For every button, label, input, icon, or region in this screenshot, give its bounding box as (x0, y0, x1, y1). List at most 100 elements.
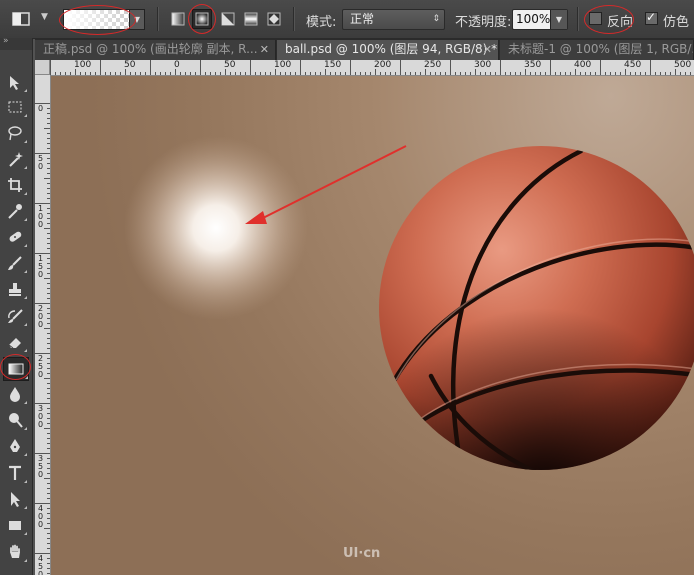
close-icon[interactable]: ✕ (483, 40, 492, 59)
angle-gradient-icon (221, 12, 235, 26)
tool-flyout-marker (24, 192, 27, 195)
ruler-tick-label: 4 5 0 (37, 554, 44, 575)
brush-tool-icon (8, 256, 22, 270)
dither-label: 仿色 (663, 15, 690, 30)
watermark: UI·cn (343, 546, 381, 561)
opacity-label: 不透明度: (455, 15, 512, 30)
lasso-tool-button[interactable] (3, 122, 27, 144)
tab-document-1[interactable]: 正稿.psd @ 100% (画出轮廓 副本, R... ✕ (35, 40, 276, 60)
tab-document-2[interactable]: ball.psd @ 100% (图层 94, RGB/8) * ✕ (277, 40, 499, 60)
tool-flyout-marker (24, 559, 27, 562)
mode-value: 正常 (350, 12, 375, 26)
vertical-ruler[interactable]: 0 5 0 1 0 0 1 5 0 2 0 0 2 5 0 3 0 0 3 5 0 4 0 0 4… (35, 75, 51, 575)
tool-flyout-marker (24, 532, 27, 535)
reverse-label: 反向 (607, 15, 634, 30)
tool-flyout-marker (24, 89, 27, 92)
tool-flyout-marker (24, 349, 27, 352)
dodge-tool-button[interactable] (3, 409, 27, 431)
close-icon[interactable]: ✕ (260, 40, 269, 59)
pen-tool-button[interactable] (3, 435, 27, 457)
options-bar: ▼ ▼ 模式: 正常 ⇕ 不透明度: 100% ▼ 反向 ✓ 仿色 (0, 0, 694, 39)
ruler-tick-label: 100 (74, 60, 92, 70)
opacity-value: 100% (516, 12, 551, 26)
hand-tool-button[interactable] (3, 541, 27, 563)
ruler-tick-label: 200 (374, 60, 392, 70)
mode-dropdown[interactable]: 正常 ⇕ (342, 9, 445, 30)
type-tool-icon (9, 465, 21, 480)
gradient-tool-icon (12, 12, 30, 26)
marquee-tool-button[interactable] (3, 96, 27, 118)
dither-checkbox[interactable]: ✓ (645, 10, 658, 25)
linear-gradient-button[interactable] (168, 9, 188, 29)
tool-flyout-marker (24, 114, 27, 117)
canvas-artwork (124, 136, 694, 470)
tools-panel: » (0, 36, 33, 575)
rectangle-tool-button[interactable] (3, 514, 27, 536)
healing-brush-tool-icon (9, 231, 22, 242)
ruler-tick-label: 4 0 0 (37, 504, 44, 529)
ruler-tick-label: 0 (37, 104, 44, 113)
diamond-gradient-icon (267, 12, 281, 26)
ruler-tick-label: 150 (324, 60, 342, 70)
gradient-picker[interactable]: ▼ (63, 9, 145, 30)
reflected-gradient-icon (244, 12, 258, 26)
document-canvas[interactable]: UI·cn (51, 76, 694, 575)
opacity-field[interactable]: 100% ▼ (512, 9, 568, 30)
magic-wand-tool-button[interactable] (3, 148, 27, 170)
rectangle-tool-icon (9, 521, 21, 530)
magic-wand-tool-icon (9, 152, 23, 167)
eraser-tool-icon (8, 338, 21, 349)
blur-tool-button[interactable] (3, 383, 27, 405)
divider (293, 7, 295, 31)
dodge-tool-icon (9, 413, 23, 428)
gradient-tool-button[interactable] (3, 357, 29, 381)
brush-tool-button[interactable] (3, 252, 27, 274)
crop-tool-button[interactable] (3, 174, 27, 196)
tool-flyout-marker (25, 376, 28, 379)
tool-preset-picker[interactable]: ▼ (10, 8, 50, 30)
type-tool-button[interactable] (3, 462, 27, 484)
radial-gradient-button[interactable] (192, 9, 212, 29)
collapse-arrows-icon: » (3, 36, 9, 46)
diamond-gradient-button[interactable] (264, 9, 284, 29)
ruler-tick-label: 1 0 0 (37, 204, 44, 229)
clone-stamp-tool-icon (9, 283, 21, 296)
eraser-tool-button[interactable] (3, 331, 27, 353)
move-tool-icon (10, 76, 19, 90)
path-selection-tool-button[interactable] (3, 488, 27, 510)
ruler-origin[interactable] (35, 60, 50, 75)
chevron-down-icon: ▼ (133, 15, 141, 24)
move-tool-button[interactable] (3, 71, 27, 93)
document-tabs: 正稿.psd @ 100% (画出轮廓 副本, R... ✕ ball.psd … (35, 38, 694, 60)
gradient-preview (64, 10, 130, 29)
panel-grip[interactable]: » (0, 36, 32, 50)
ruler-tick-label: 100 (274, 60, 292, 70)
reflected-gradient-button[interactable] (241, 9, 261, 29)
gradient-dropdown-button[interactable]: ▼ (129, 10, 144, 29)
ruler-tick-label: 50 (124, 60, 136, 70)
history-brush-tool-button[interactable] (3, 305, 27, 327)
angle-gradient-button[interactable] (218, 9, 238, 29)
eyedropper-tool-button[interactable] (3, 200, 27, 222)
tab-document-3[interactable]: 未标题-1 @ 100% (图层 1, RGB/... (500, 40, 694, 60)
radial-gradient-icon (195, 12, 209, 26)
ruler-tick-label: 2 0 0 (37, 304, 44, 329)
tool-flyout-marker (24, 218, 27, 221)
tab-label: 正稿.psd @ 100% (画出轮廓 副本, R... (43, 42, 258, 56)
tool-flyout-marker (24, 453, 27, 456)
basketball (379, 146, 694, 470)
tool-flyout-marker (24, 270, 27, 273)
tool-flyout-marker (24, 506, 27, 509)
ruler-tick-label: 500 (674, 60, 692, 70)
divider (577, 7, 579, 31)
blur-tool-icon (10, 387, 20, 402)
clone-stamp-tool-button[interactable] (3, 278, 27, 300)
horizontal-ruler[interactable]: 100 50 0 50 100 150 200 250 300 350 400 450 500 (35, 60, 694, 76)
healing-brush-tool-button[interactable] (3, 226, 27, 248)
tab-label: 未标题-1 @ 100% (图层 1, RGB/... (508, 42, 694, 56)
eyedropper-tool-icon (8, 204, 22, 219)
opacity-dropdown-button[interactable]: ▼ (550, 10, 567, 29)
tool-flyout-marker (24, 140, 27, 143)
reverse-checkbox[interactable] (589, 12, 602, 25)
ruler-tick-label: 2 5 0 (37, 354, 44, 379)
